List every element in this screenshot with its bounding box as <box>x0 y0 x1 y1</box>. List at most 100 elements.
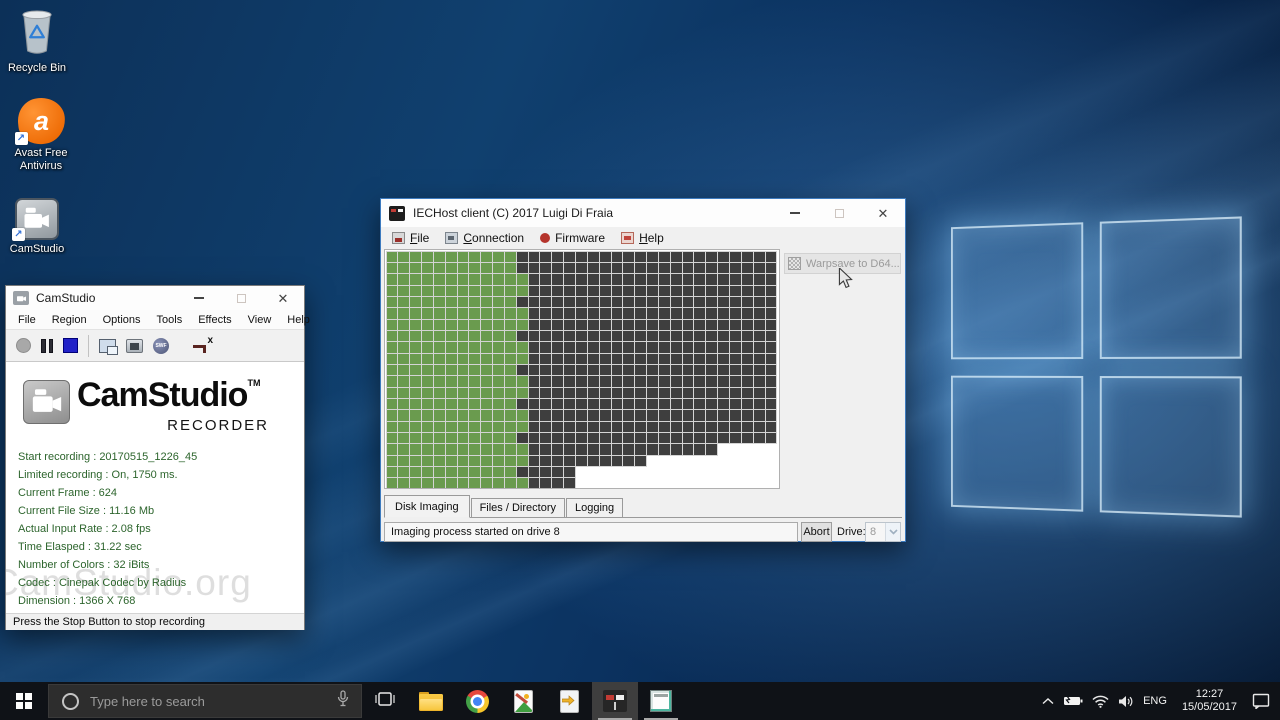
sector-cell <box>540 274 552 285</box>
tab-disk-imaging[interactable]: Disk Imaging <box>384 495 470 518</box>
sector-cell <box>706 262 718 274</box>
maximize-button[interactable] <box>220 286 262 310</box>
taskbar-image-viewer[interactable] <box>500 682 546 720</box>
menu-item-firmware[interactable]: Firmware <box>537 231 614 245</box>
camstudio-titlebar[interactable]: CamStudio ✕ <box>6 286 304 310</box>
drive-select[interactable]: 8 <box>865 522 901 542</box>
clock[interactable]: 12:27 15/05/2017 <box>1176 688 1243 714</box>
menu-item-options[interactable]: Options <box>95 314 149 326</box>
sector-cell <box>398 251 410 262</box>
taskbar-iechost[interactable] <box>592 682 638 720</box>
record-icon[interactable] <box>16 338 31 353</box>
sector-cell <box>741 262 753 274</box>
sector-cell <box>658 308 670 319</box>
menu-item-file[interactable]: File <box>389 231 438 245</box>
sector-cell <box>694 319 706 330</box>
sector-cell <box>422 376 433 387</box>
imaging-status-text: Imaging process started on drive 8 <box>384 522 798 542</box>
menu-item-tools[interactable]: Tools <box>149 314 191 326</box>
sector-cell <box>658 262 670 274</box>
sector-cell <box>611 342 623 353</box>
camstudio-logo-title: CamStudioTM <box>77 376 261 414</box>
pause-icon[interactable] <box>41 338 53 353</box>
sector-cell <box>528 398 540 410</box>
sector-cell <box>493 319 504 330</box>
menu-item-effects[interactable]: Effects <box>190 314 239 326</box>
sector-cell <box>753 433 765 444</box>
close-button[interactable]: ✕ <box>861 199 905 227</box>
menu-item-file[interactable]: File <box>10 314 44 326</box>
sector-cell <box>635 364 647 376</box>
sector-cell <box>504 433 516 444</box>
sector-cell <box>528 285 540 296</box>
sector-cell <box>599 433 611 444</box>
menu-item-help[interactable]: Help <box>279 314 318 326</box>
menu-item-help[interactable]: Help <box>618 231 673 245</box>
minimize-button[interactable] <box>773 199 817 227</box>
player-icon[interactable] <box>126 338 143 353</box>
sector-cell <box>682 308 694 319</box>
sector-cell <box>433 421 445 432</box>
sector-cell <box>457 455 469 467</box>
sector-cell <box>611 398 623 410</box>
toolbar-separator <box>88 334 89 357</box>
iechost-icon <box>603 690 627 712</box>
menu-item-region[interactable]: Region <box>44 314 95 326</box>
shortcut-arrow-icon: ↗ <box>14 132 28 145</box>
sector-cell <box>706 285 718 296</box>
region-icon[interactable] <box>99 338 118 355</box>
tab-logging[interactable]: Logging <box>565 498 624 517</box>
taskbar-camstudio[interactable] <box>638 682 684 720</box>
taskbar-chrome[interactable] <box>454 682 500 720</box>
desktop-icon-camstudio[interactable]: ↗ CamStudio <box>0 198 76 256</box>
swf-icon[interactable]: SWF <box>153 337 169 354</box>
sector-cell <box>433 353 445 364</box>
microphone-icon[interactable] <box>337 690 349 712</box>
tab-files-directory[interactable]: Files / Directory <box>470 498 565 517</box>
desktop-icon-recycle-bin[interactable]: Recycle Bin <box>0 8 76 75</box>
sector-cell <box>670 319 682 330</box>
battery-icon[interactable] <box>1063 695 1083 707</box>
stop-icon[interactable] <box>63 338 78 353</box>
sector-cell <box>552 285 564 296</box>
minimize-button[interactable] <box>178 286 220 310</box>
iechost-titlebar[interactable]: IECHost client (C) 2017 Luigi Di Fraia ✕ <box>381 199 905 227</box>
sector-cell <box>540 330 552 342</box>
sector-row <box>386 444 778 455</box>
action-center-icon[interactable] <box>1252 693 1270 709</box>
sector-cell <box>647 308 658 319</box>
abort-button[interactable]: Abort <box>801 522 832 542</box>
task-view-button[interactable] <box>362 682 408 720</box>
sector-cell <box>587 296 599 308</box>
sector-cell <box>635 330 647 342</box>
menu-item-view[interactable]: View <box>240 314 280 326</box>
taskbar-file-explorer[interactable] <box>408 682 454 720</box>
close-button[interactable]: ✕ <box>262 286 304 310</box>
camstudio-menubar: File Region Options Tools Effects View Help <box>6 310 310 330</box>
search-box[interactable]: Type here to search <box>48 684 362 718</box>
sector-cell <box>694 364 706 376</box>
menu-item-connection[interactable]: Connection <box>442 231 533 245</box>
chevron-up-icon[interactable] <box>1042 697 1054 705</box>
sector-cell <box>753 387 765 398</box>
taskbar-file-transfer[interactable] <box>546 682 592 720</box>
language-indicator[interactable]: ENG <box>1143 695 1167 707</box>
sector-cell <box>765 421 777 432</box>
wifi-icon[interactable] <box>1092 695 1109 708</box>
sector-cell <box>540 319 552 330</box>
sector-cell <box>587 285 599 296</box>
sector-row <box>386 387 778 398</box>
sector-cell <box>552 364 564 376</box>
volume-icon[interactable] <box>1118 695 1134 708</box>
desktop-icon-avast[interactable]: a ↗ Avast Free Antivirus <box>2 95 80 173</box>
annotation-icon[interactable]: x <box>193 335 213 354</box>
sector-cell <box>576 308 587 319</box>
sector-cell <box>540 251 552 262</box>
sector-cell <box>433 319 445 330</box>
taskbar: Type here to search ENG 12:27 15/05/2017 <box>0 682 1280 720</box>
sector-cell <box>706 376 718 387</box>
sector-cell <box>753 251 765 262</box>
sector-cell <box>753 319 765 330</box>
start-button[interactable] <box>0 682 48 720</box>
maximize-button[interactable] <box>817 199 861 227</box>
